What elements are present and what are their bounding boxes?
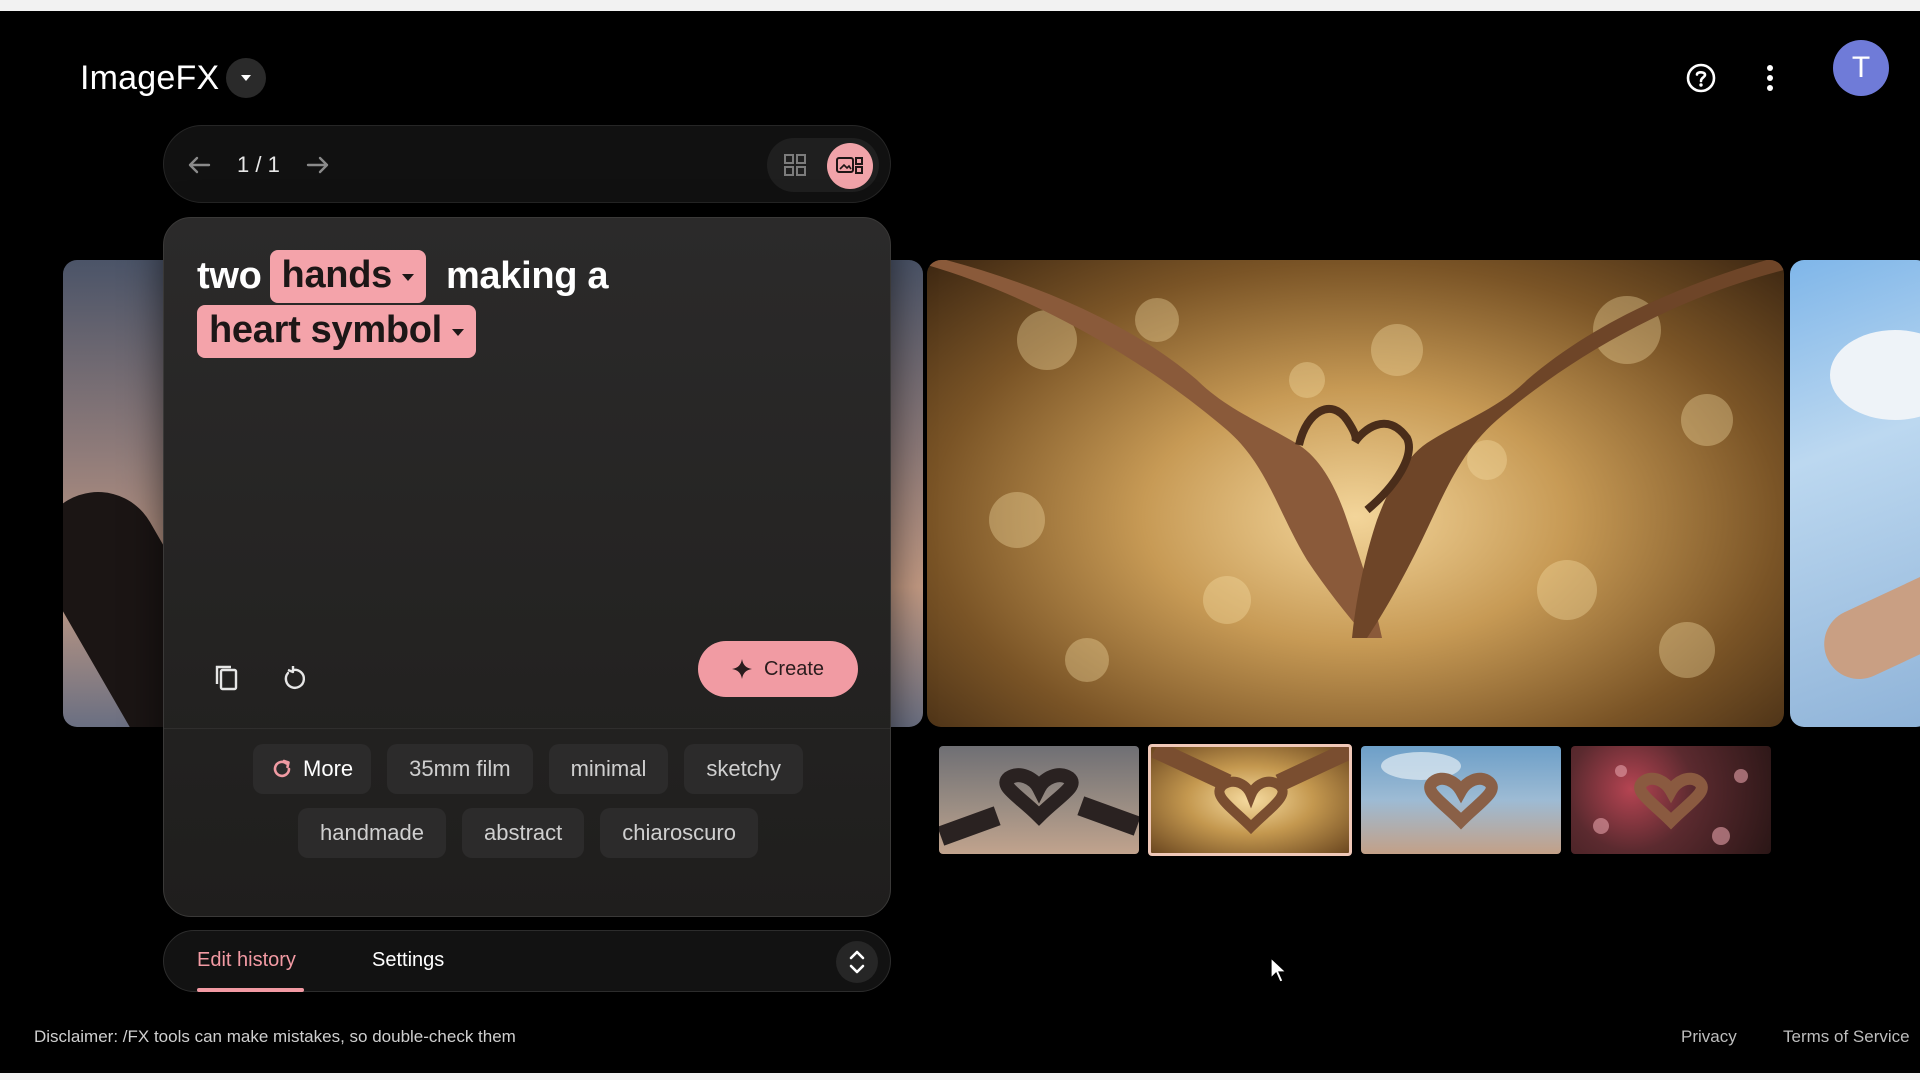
terms-link[interactable]: Terms of Service — [1783, 1027, 1910, 1047]
more-styles-button[interactable]: More — [253, 744, 372, 794]
app-switcher-button[interactable] — [226, 58, 266, 98]
more-options-button[interactable] — [1756, 62, 1784, 94]
style-chip-35mm-film[interactable]: 35mm film — [387, 744, 533, 794]
image-pager: 1 / 1 — [163, 125, 891, 203]
chip-label: heart symbol — [209, 309, 442, 351]
style-chip-minimal[interactable]: minimal — [548, 744, 669, 794]
prompt-text-making-a: making a — [445, 255, 609, 297]
reset-prompt-button[interactable] — [279, 662, 311, 694]
prompt-line-2[interactable]: heart symbol — [197, 305, 476, 358]
reset-icon — [284, 666, 306, 689]
thumbnail-4[interactable] — [1571, 746, 1771, 854]
carousel-view-icon — [836, 157, 863, 174]
next-page-button[interactable] — [303, 150, 333, 180]
create-button[interactable]: Create — [698, 641, 858, 697]
chip-label: hands — [281, 254, 393, 296]
bottom-tab-bar: Edit history Settings — [163, 930, 891, 992]
prompt-chip-heart-symbol[interactable]: heart symbol — [197, 305, 476, 358]
expand-panel-button[interactable] — [836, 941, 878, 983]
prompt-line-1[interactable]: two hands making a — [197, 250, 609, 303]
grid-icon — [784, 154, 806, 176]
privacy-link[interactable]: Privacy — [1681, 1027, 1737, 1047]
help-button[interactable] — [1685, 62, 1717, 94]
active-tab-indicator — [197, 988, 304, 992]
chevron-down-icon — [451, 329, 464, 336]
single-view-button[interactable] — [827, 143, 873, 189]
heart-hands-image — [927, 260, 1784, 682]
style-chip-abstract[interactable]: abstract — [462, 808, 585, 858]
thumbnail-1[interactable] — [939, 746, 1139, 854]
create-label: Create — [763, 657, 825, 680]
app-title: ImageFX — [80, 59, 220, 97]
previous-page-button[interactable] — [184, 150, 214, 180]
prompt-text-two: two — [197, 255, 262, 297]
page-count: 1 / 1 — [237, 152, 280, 177]
app-screen: ImageFX T 1 / 1 two hands making a heart… — [0, 11, 1920, 1073]
style-chips-row-2: handmade abstract chiaroscuro — [164, 808, 892, 858]
thumbnail-3[interactable] — [1361, 746, 1561, 854]
style-chip-sketchy[interactable]: sketchy — [684, 744, 803, 794]
tab-settings[interactable]: Settings — [372, 949, 444, 972]
panel-divider — [164, 728, 890, 729]
style-chips-row-1: More 35mm film minimal sketchy — [164, 744, 892, 794]
chevron-down-icon — [241, 75, 251, 81]
arrow-right-icon — [306, 156, 329, 174]
tab-edit-history[interactable]: Edit history — [197, 949, 296, 972]
avatar[interactable]: T — [1833, 40, 1889, 96]
arrow-left-icon — [188, 156, 211, 174]
mouse-cursor-icon — [1270, 956, 1288, 983]
style-chip-handmade[interactable]: handmade — [298, 808, 446, 858]
sparkle-icon — [731, 659, 752, 679]
chevron-down-icon — [401, 274, 414, 281]
help-circle-icon — [1686, 63, 1716, 93]
view-toggle — [767, 138, 879, 192]
thumbnail-2-selected[interactable] — [1148, 744, 1352, 856]
copy-icon — [215, 665, 238, 691]
copy-prompt-button[interactable] — [211, 662, 243, 694]
refresh-icon — [273, 759, 291, 778]
grid-view-button[interactable] — [773, 143, 817, 187]
more-label: More — [303, 756, 354, 781]
prompt-panel: two hands making a heart symbol Create M… — [163, 217, 891, 917]
style-chip-chiaroscuro[interactable]: chiaroscuro — [600, 808, 758, 858]
main-image[interactable] — [927, 260, 1784, 727]
more-vert-icon — [1767, 65, 1773, 91]
next-image[interactable] — [1790, 260, 1920, 727]
prompt-chip-hands[interactable]: hands — [269, 250, 426, 303]
unfold-icon — [849, 950, 865, 974]
disclaimer-text: Disclaimer: /FX tools can make mistakes,… — [34, 1027, 516, 1046]
